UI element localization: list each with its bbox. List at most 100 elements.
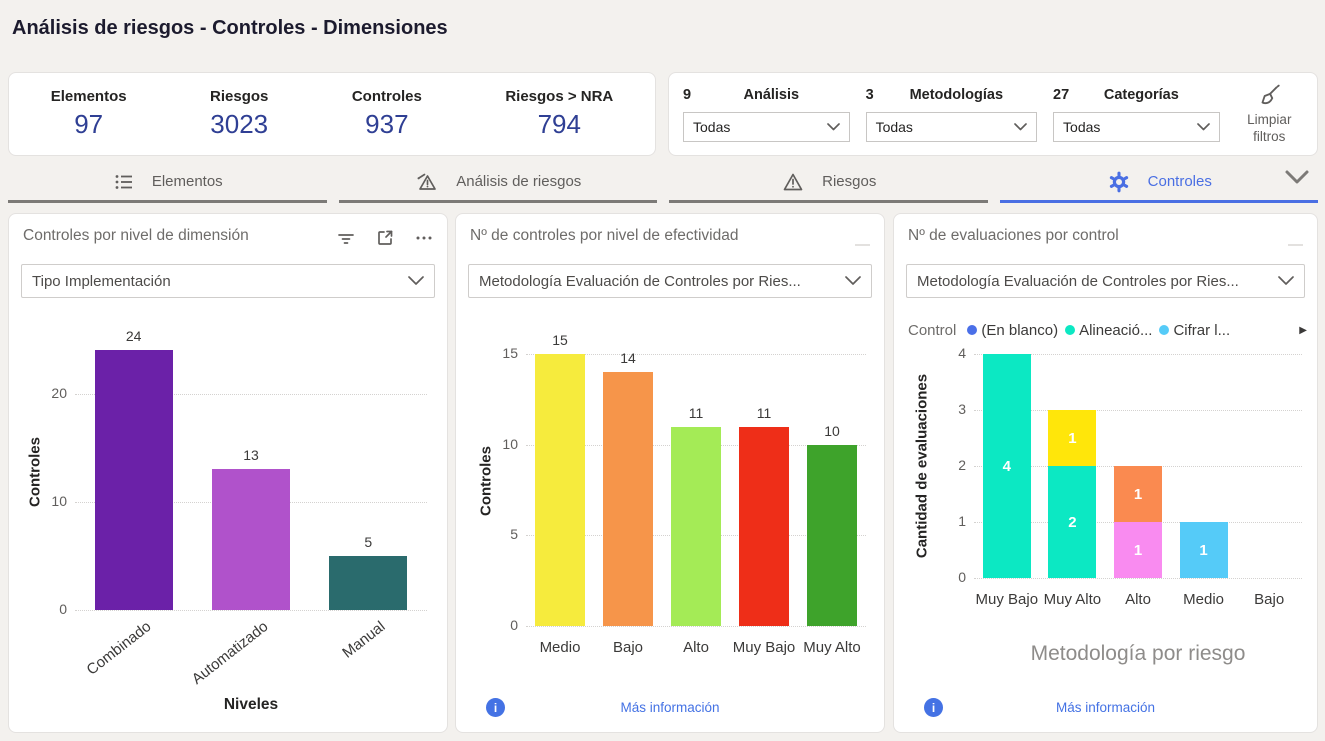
x-tick-label: Bajo [592,638,664,658]
chart-card-controles-por-efectividad: Nº de controles por nivel de efectividad… [455,213,885,733]
kpi-value: 794 [505,109,613,140]
tab-analisis-de-riesgos[interactable]: Análisis de riesgos [339,163,658,203]
y-axis-title: Controles [478,446,495,516]
y-tick-label: 0 [474,617,518,633]
filter-group-analisis: 9 Análisis Todas [683,87,850,142]
x-tick-label: Muy Bajo [728,638,800,658]
kpi-riesgos-nra: Riesgos > NRA 794 [505,88,613,140]
stack-segment-muy-bajo[interactable]: 4 [983,354,1031,578]
bar-value-label: 24 [99,328,169,344]
y-tick-label: 2 [922,457,966,473]
tab-label: Controles [1148,173,1212,190]
bar-medio[interactable] [535,354,585,626]
y-tick-label: 10 [474,436,518,452]
x-tick-label: Medio [524,638,596,658]
bar-muy-alto[interactable] [807,445,857,626]
gridline [75,610,427,611]
broom-icon [1256,83,1282,109]
kpi-label: Riesgos [210,88,268,105]
kpi-label: Riesgos > NRA [505,88,613,105]
bar-muy-bajo[interactable] [739,427,789,626]
clear-filters-button[interactable]: Limpiar filtros [1236,83,1303,146]
stack-segment-muy-alto[interactable]: 2 [1048,466,1096,578]
x-tick-label: Manual [340,618,389,662]
stacked-bar-chart-evaluaciones: Cantidad de evaluaciones012344Muy Bajo21… [894,214,1317,732]
stack-segment-alto[interactable]: 1 [1114,522,1162,578]
y-tick-label: 10 [23,493,67,509]
chart-card-evaluaciones-por-control: Nº de evaluaciones por control Metodolog… [893,213,1318,733]
x-tick-label: Alto [660,638,732,658]
bar-automatizado[interactable] [212,469,290,610]
x-axis-title: Metodología por riesgo [1031,642,1246,666]
filter-group-metodologias: 3 Metodologías Todas [866,87,1037,142]
bar-value-label: 11 [661,405,731,421]
selected-value: Todas [1063,119,1100,135]
y-tick-label: 4 [922,345,966,361]
y-tick-label: 0 [922,569,966,585]
kpi-value: 3023 [210,109,268,140]
warning-icon [780,169,806,195]
bar-chart-controles-por-efectividad: Controles05101515Medio14Bajo11Alto11Muy … [456,214,884,732]
bar-alto[interactable] [671,427,721,626]
y-tick-label: 15 [474,345,518,361]
chevron-down-icon [827,123,840,131]
y-tick-label: 1 [922,513,966,529]
stack-segment-medio[interactable]: 1 [1180,522,1228,578]
y-tick-label: 3 [922,401,966,417]
selected-value: Todas [876,119,913,135]
bar-manual[interactable] [329,556,407,610]
filters-card: 9 Análisis Todas 3 Metodologías Todas 27… [668,72,1318,156]
kpi-value: 937 [352,109,422,140]
x-axis-title: Niveles [224,696,278,714]
chevron-down-icon [1014,123,1027,131]
bar-value-label: 11 [729,405,799,421]
tab-riesgos[interactable]: Riesgos [669,163,988,203]
analisis-select[interactable]: Todas [683,112,850,142]
bar-value-label: 10 [797,423,867,439]
metodologias-select[interactable]: Todas [866,112,1037,142]
chevron-down-icon[interactable] [1284,169,1310,189]
gridline [526,626,866,627]
filter-count: 9 [683,87,727,103]
kpi-value: 97 [51,109,127,140]
bar-value-label: 5 [333,534,403,550]
x-tick-label: Muy Alto [1036,590,1108,610]
y-tick-label: 0 [23,601,67,617]
tab-bar: Elementos Análisis de riesgos Riesgos [8,163,1318,203]
x-tick-label: Combinado [83,618,154,679]
chart-card-controles-por-nivel-de-dimension: Controles por nivel de dimensión Tipo Im… [8,213,448,733]
filter-label: Categorías [1097,87,1220,103]
categorias-select[interactable]: Todas [1053,112,1220,142]
kpi-label: Controles [352,88,422,105]
kpi-elementos: Elementos 97 [51,88,127,140]
stack-segment-muy-alto[interactable]: 1 [1048,410,1096,466]
y-tick-label: 5 [474,526,518,542]
filter-label: Metodologías [910,87,1037,103]
filter-count: 27 [1053,87,1097,103]
kpi-label: Elementos [51,88,127,105]
more-info-link[interactable]: Más información [894,700,1317,715]
tab-label: Elementos [152,173,223,190]
x-tick-label: Alto [1102,590,1174,610]
kpi-controles: Controles 937 [352,88,422,140]
gridline [974,578,1302,579]
x-tick-label: Muy Alto [796,638,868,658]
page-title: Análisis de riesgos - Controles - Dimens… [12,17,448,40]
bar-value-label: 14 [593,350,663,366]
more-info-link[interactable]: Más información [456,700,884,715]
filter-group-categorias: 27 Categorías Todas [1053,87,1220,142]
filter-label: Análisis [727,87,850,103]
list-icon [112,170,136,194]
bar-combinado[interactable] [95,350,173,610]
gear-icon [1106,169,1132,195]
clear-filters-label: Limpiar filtros [1236,112,1303,146]
kpi-riesgos: Riesgos 3023 [210,88,268,140]
bar-bajo[interactable] [603,372,653,626]
tab-elementos[interactable]: Elementos [8,163,327,203]
selected-value: Todas [693,119,730,135]
stack-segment-alto[interactable]: 1 [1114,466,1162,522]
x-tick-label: Automatizado [189,618,272,688]
tab-controles[interactable]: Controles [1000,163,1319,203]
filter-count: 3 [866,87,910,103]
chevron-down-icon [1197,123,1210,131]
